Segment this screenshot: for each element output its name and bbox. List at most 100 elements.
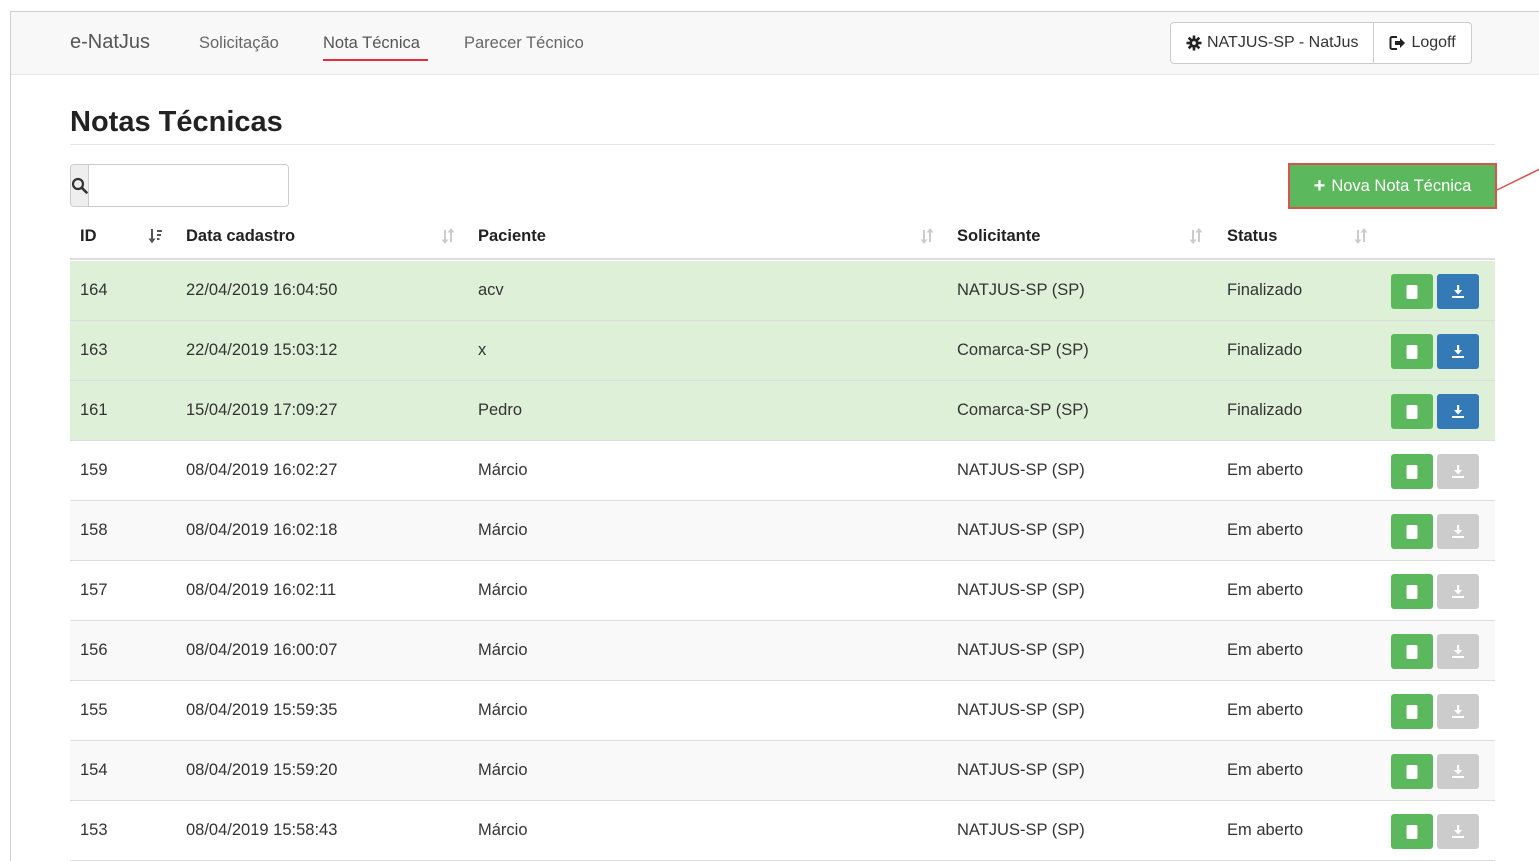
cell-requester: NATJUS-SP (SP) — [957, 581, 1085, 599]
view-button[interactable] — [1391, 394, 1433, 429]
cell-date: 08/04/2019 16:02:27 — [186, 461, 338, 479]
table-row: 153 08/04/2019 15:58:43 Márcio NATJUS-SP… — [70, 801, 1495, 861]
view-button[interactable] — [1391, 454, 1433, 489]
download-icon — [1452, 765, 1464, 778]
sign-out-icon — [1389, 36, 1406, 50]
column-header-data-cadastro[interactable]: Data cadastro — [186, 227, 295, 246]
document-icon — [1406, 344, 1418, 359]
sort-both-icon[interactable] — [441, 227, 455, 245]
document-icon — [1406, 824, 1418, 839]
download-button[interactable] — [1437, 274, 1479, 309]
search-input[interactable] — [89, 165, 288, 206]
cell-id: 159 — [80, 461, 108, 479]
download-button-disabled — [1437, 574, 1479, 609]
cell-date: 08/04/2019 16:02:11 — [186, 581, 337, 599]
search-addon — [71, 165, 89, 206]
nav-parecer-tecnico[interactable]: Parecer Técnico — [464, 34, 584, 53]
cell-status: Finalizado — [1227, 341, 1303, 359]
table-row: 161 15/04/2019 17:09:27 Pedro Comarca-SP… — [70, 381, 1495, 441]
cell-id: 161 — [80, 401, 108, 419]
nav-solicitacao[interactable]: Solicitação — [199, 34, 279, 53]
new-technical-note-button[interactable]: + Nova Nota Técnica — [1288, 163, 1497, 209]
logoff-button[interactable]: Logoff — [1373, 23, 1470, 63]
download-button-disabled — [1437, 514, 1479, 549]
user-button-group: NATJUS-SP - NatJus Logoff — [1170, 22, 1472, 64]
download-button-disabled — [1437, 634, 1479, 669]
cell-id: 157 — [80, 581, 108, 599]
document-icon — [1406, 404, 1418, 419]
cell-patient: Márcio — [478, 581, 528, 599]
title-divider — [70, 144, 1495, 145]
cell-patient: Márcio — [478, 521, 528, 539]
cell-date: 08/04/2019 16:00:07 — [186, 641, 338, 659]
cell-requester: NATJUS-SP (SP) — [957, 521, 1085, 539]
download-icon — [1452, 285, 1464, 298]
view-button[interactable] — [1391, 694, 1433, 729]
cell-status: Em aberto — [1227, 461, 1304, 479]
column-header-paciente[interactable]: Paciente — [478, 227, 546, 246]
view-button[interactable] — [1391, 574, 1433, 609]
search-icon — [71, 177, 88, 194]
download-button-disabled — [1437, 454, 1479, 489]
column-header-status[interactable]: Status — [1227, 227, 1277, 246]
cell-date: 22/04/2019 15:03:12 — [186, 341, 338, 359]
cell-requester: Comarca-SP (SP) — [957, 401, 1089, 419]
download-icon — [1452, 825, 1464, 838]
cell-date: 15/04/2019 17:09:27 — [186, 401, 338, 419]
nav-nota-tecnica[interactable]: Nota Técnica — [323, 34, 420, 53]
download-button[interactable] — [1437, 334, 1479, 369]
cell-requester: NATJUS-SP (SP) — [957, 641, 1085, 659]
logoff-label: Logoff — [1411, 34, 1456, 51]
search-box — [70, 164, 289, 207]
sort-both-icon[interactable] — [920, 227, 934, 245]
sort-desc-icon[interactable] — [148, 227, 162, 245]
download-button-disabled — [1437, 814, 1479, 849]
cell-date: 22/04/2019 16:04:50 — [186, 281, 338, 299]
cell-id: 163 — [80, 341, 108, 359]
view-button[interactable] — [1391, 754, 1433, 789]
download-icon — [1452, 585, 1464, 598]
document-icon — [1406, 464, 1418, 479]
user-settings-button[interactable]: NATJUS-SP - NatJus — [1171, 23, 1373, 63]
cell-requester: NATJUS-SP (SP) — [957, 821, 1085, 839]
new-technical-note-label: Nova Nota Técnica — [1331, 176, 1472, 195]
view-button[interactable] — [1391, 274, 1433, 309]
table-row: 155 08/04/2019 15:59:35 Márcio NATJUS-SP… — [70, 681, 1495, 741]
cell-requester: Comarca-SP (SP) — [957, 341, 1089, 359]
download-icon — [1452, 525, 1464, 538]
cell-status: Em aberto — [1227, 521, 1304, 539]
view-button[interactable] — [1391, 514, 1433, 549]
column-header-solicitante[interactable]: Solicitante — [957, 227, 1040, 246]
cell-id: 153 — [80, 821, 108, 839]
cell-requester: NATJUS-SP (SP) — [957, 701, 1085, 719]
app-frame: e-NatJus Solicitação Nota Técnica Parece… — [10, 11, 1539, 861]
cell-patient: x — [478, 341, 487, 359]
cell-status: Em aberto — [1227, 701, 1304, 719]
top-navbar: e-NatJus Solicitação Nota Técnica Parece… — [11, 12, 1539, 75]
table-header: ID Data cadastro Paciente Solicitante St… — [70, 220, 1495, 260]
table-row: 158 08/04/2019 16:02:18 Márcio NATJUS-SP… — [70, 501, 1495, 561]
cell-date: 08/04/2019 15:59:20 — [186, 761, 338, 779]
table-row: 157 08/04/2019 16:02:11 Márcio NATJUS-SP… — [70, 561, 1495, 621]
table-row: 159 08/04/2019 16:02:27 Márcio NATJUS-SP… — [70, 441, 1495, 501]
document-icon — [1406, 704, 1418, 719]
view-button[interactable] — [1391, 334, 1433, 369]
cell-id: 156 — [80, 641, 108, 659]
cell-date: 08/04/2019 15:59:35 — [186, 701, 338, 719]
download-icon — [1452, 345, 1464, 358]
document-icon — [1406, 764, 1418, 779]
download-icon — [1452, 705, 1464, 718]
view-button[interactable] — [1391, 634, 1433, 669]
brand-logo[interactable]: e-NatJus — [70, 31, 150, 54]
cell-date: 08/04/2019 16:02:18 — [186, 521, 338, 539]
document-icon — [1406, 284, 1418, 299]
cell-status: Em aberto — [1227, 641, 1304, 659]
sort-both-icon[interactable] — [1354, 227, 1368, 245]
download-button[interactable] — [1437, 394, 1479, 429]
cell-requester: NATJUS-SP (SP) — [957, 461, 1085, 479]
view-button[interactable] — [1391, 814, 1433, 849]
column-header-id[interactable]: ID — [80, 227, 97, 246]
cell-patient: Pedro — [478, 401, 523, 419]
sort-both-icon[interactable] — [1189, 227, 1203, 245]
cell-id: 164 — [80, 281, 108, 299]
